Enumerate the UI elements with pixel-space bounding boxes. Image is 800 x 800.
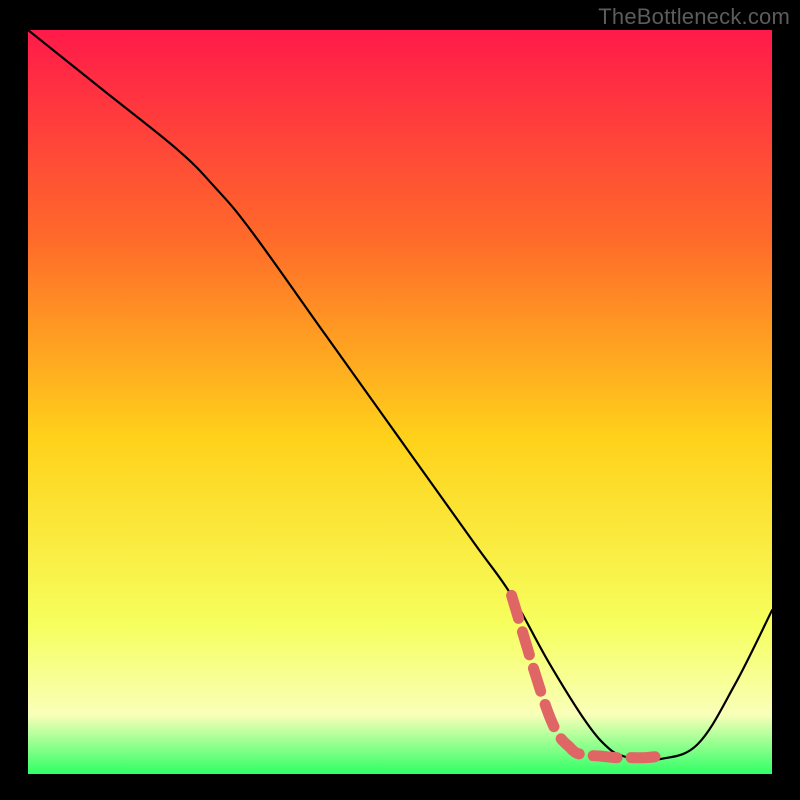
gradient-background (28, 30, 772, 774)
chart-root: TheBottleneck.com (0, 0, 800, 800)
plot-area (28, 30, 772, 774)
attribution-text: TheBottleneck.com (598, 4, 790, 30)
plot-svg (28, 30, 772, 774)
